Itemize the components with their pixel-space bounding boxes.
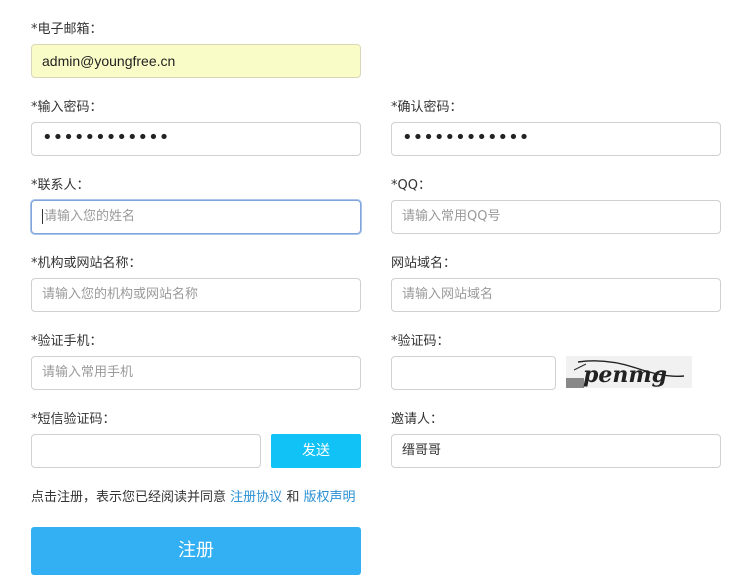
terms-link[interactable]: 注册协议 — [230, 490, 282, 505]
captcha-graphic: penmg — [566, 356, 692, 388]
contact-field[interactable]: 请输入您的姓名 — [31, 200, 361, 234]
org-name-label: *机构或网站名称： — [31, 256, 142, 271]
confirm-password-label: *确认密码： — [391, 100, 463, 115]
contact-label: *联系人： — [31, 178, 90, 193]
agreement-text: 点击注册，表示您已经阅读并同意 注册协议 和 版权声明 — [31, 490, 355, 506]
agreement-prefix: 点击注册，表示您已经阅读并同意 — [31, 490, 227, 505]
captcha-image[interactable]: penmg — [566, 356, 692, 388]
contact-placeholder: 请输入您的姓名 — [44, 209, 136, 224]
password-label: *输入密码： — [31, 100, 103, 115]
phone-label: *验证手机： — [31, 334, 103, 349]
register-button[interactable]: 注册 — [31, 527, 361, 575]
password-field[interactable]: •••••••••••• — [31, 122, 361, 156]
send-sms-button[interactable]: 发送 — [271, 434, 361, 468]
copyright-link[interactable]: 版权声明 — [303, 490, 355, 505]
email-field[interactable]: admin@youngfree.cn — [31, 44, 361, 78]
captcha-text: penmg — [583, 362, 667, 388]
agreement-conjunction: 和 — [286, 490, 300, 505]
qq-label: *QQ： — [391, 178, 431, 193]
email-label: *电子邮箱： — [31, 22, 103, 37]
text-caret — [42, 209, 43, 224]
confirm-password-field[interactable]: •••••••••••• — [391, 122, 721, 156]
inviter-label: 邀请人： — [391, 412, 444, 427]
org-name-field[interactable]: 请输入您的机构或网站名称 — [31, 278, 361, 312]
sms-code-label: *短信验证码： — [31, 412, 116, 427]
captcha-label: *验证码： — [391, 334, 450, 349]
inviter-field[interactable]: 缙哥哥 — [391, 434, 721, 468]
domain-label: 网站域名： — [391, 256, 457, 271]
sms-code-field[interactable] — [31, 434, 261, 468]
phone-field[interactable]: 请输入常用手机 — [31, 356, 361, 390]
qq-field[interactable]: 请输入常用QQ号 — [391, 200, 721, 234]
domain-field[interactable]: 请输入网站域名 — [391, 278, 721, 312]
captcha-field[interactable] — [391, 356, 556, 390]
